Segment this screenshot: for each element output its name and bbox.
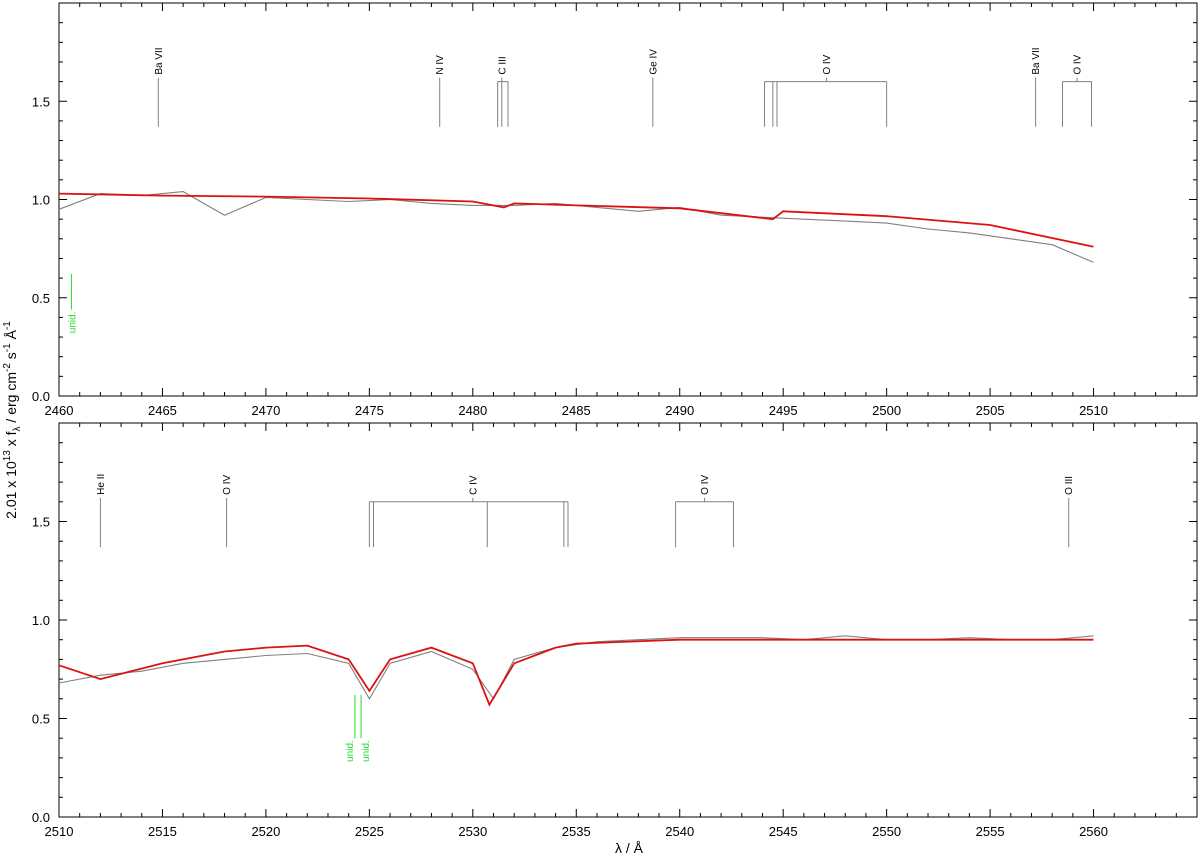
line-id-marker: C III (497, 56, 509, 127)
y-axis-title-flux: x f (3, 431, 19, 446)
line-id-marker: C IV (368, 475, 569, 548)
x-tick-label: 2535 (562, 824, 591, 839)
x-tick-label: 2525 (355, 824, 384, 839)
x-tick-label: 2460 (45, 403, 74, 418)
line-id-label: O IV (222, 475, 233, 495)
line-id-marker: N IV (435, 55, 446, 127)
y-tick-label: 0.0 (32, 389, 50, 404)
spectrum-figure: 2460 2465 2470 2475 2480 2485 2490 2495 2500 2505… (2, 2, 1198, 856)
line-id-marker: Ge IV (648, 49, 659, 127)
line-id-marker: O III (1064, 476, 1075, 548)
line-id-label: O IV (700, 475, 711, 495)
x-tick-label: 2510 (45, 824, 74, 839)
y-tick-label: 0.0 (32, 810, 50, 825)
x-tick-label: 2510 (1079, 403, 1108, 418)
model-spectrum-line (58, 638, 1094, 707)
x-axis-title: λ / Å (615, 840, 644, 856)
model-spectrum-line (58, 192, 1094, 248)
line-id-marker: O IV (675, 475, 735, 548)
x-tick-label: 2550 (872, 824, 901, 839)
line-id-marker: O IV (1062, 54, 1092, 127)
x-tick-label: 2515 (148, 824, 177, 839)
line-id-label: Ba VII (1031, 47, 1042, 74)
y-axis-title-exp: 13 (2, 450, 13, 462)
x-tick-label: 2485 (562, 403, 591, 418)
unid-label: unid. (67, 312, 78, 334)
line-id-label: O III (1064, 476, 1075, 495)
observed-spectrum-line (58, 635, 1094, 700)
x-tick-label: 2505 (976, 403, 1005, 418)
plot-frame (58, 2, 1198, 397)
x-tick-label: 2480 (458, 403, 487, 418)
line-id-label: N IV (435, 55, 446, 75)
bottom-panel: 2510 2515 2520 2525 2530 2535 2540 2545 2550 2555… (32, 422, 1198, 839)
line-id-label: Ba VII (154, 47, 165, 74)
x-tick-label: 2560 (1079, 824, 1108, 839)
line-id-label: O IV (1072, 54, 1083, 74)
unid-label: unid. (345, 740, 356, 762)
y-axis-title-units-exp3: -1 (2, 321, 13, 330)
y-tick-label: 0.5 (32, 712, 50, 727)
line-id-marker: O IV (222, 475, 233, 548)
line-id-marker: Ba VII (1031, 47, 1042, 127)
x-tick-label: 2475 (355, 403, 384, 418)
y-tick-label: 1.5 (32, 94, 50, 109)
x-tick-label: 2555 (976, 824, 1005, 839)
unid-label: unid. (361, 740, 372, 762)
x-tick-label: 2540 (665, 824, 694, 839)
line-id-label: Ge IV (648, 49, 659, 75)
y-tick-label: 0.5 (32, 291, 50, 306)
observed-spectrum-line (58, 191, 1094, 263)
y-axis-title-units-s: s (3, 352, 19, 359)
y-tick-label: 1.5 (32, 515, 50, 530)
x-tick-label: 2520 (251, 824, 280, 839)
y-tick-label: 1.0 (32, 193, 50, 208)
line-id-marker: Ba VII (154, 47, 165, 127)
x-tick-label: 2545 (769, 824, 798, 839)
y-axis-title-units: / erg cm (3, 372, 19, 423)
line-id-label: O IV (822, 54, 833, 74)
x-tick-label: 2490 (665, 403, 694, 418)
top-panel: 2460 2465 2470 2475 2480 2485 2490 2495 2500 2505… (32, 2, 1198, 418)
x-tick-label: 2495 (769, 403, 798, 418)
line-id-marker: He II (96, 474, 107, 548)
line-id-label: C III (497, 56, 508, 74)
line-id-marker: O IV (764, 54, 888, 127)
line-id-label: C IV (468, 475, 479, 495)
x-tick-label: 2465 (148, 403, 177, 418)
x-tick-label: 2470 (251, 403, 280, 418)
y-axis-title-prefix: 2.01 x 10 (3, 461, 19, 519)
y-axis-title: 2.01 x 1013 x fλ / erg cm-2 s-1 Å-1 (2, 321, 23, 519)
y-tick-label: 1.0 (32, 613, 50, 628)
line-id-label: He II (96, 474, 107, 495)
x-tick-label: 2530 (458, 824, 487, 839)
x-tick-label: 2500 (872, 403, 901, 418)
